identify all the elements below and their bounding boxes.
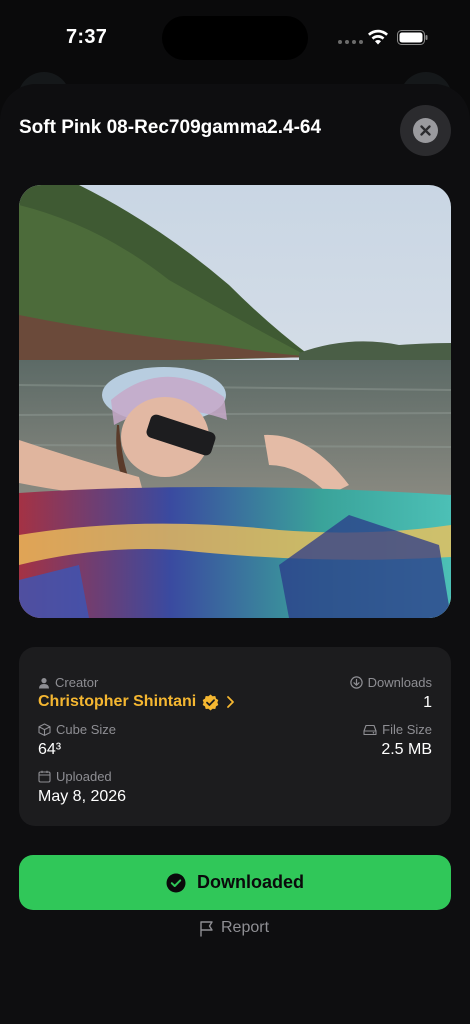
chevron-right-icon bbox=[227, 696, 235, 708]
cellular-signal-icon bbox=[338, 40, 363, 44]
download-button-label: Downloaded bbox=[197, 872, 304, 892]
close-button[interactable] bbox=[400, 105, 451, 156]
drive-icon bbox=[363, 724, 377, 735]
report-button[interactable]: Report bbox=[199, 919, 269, 937]
preview-image bbox=[19, 185, 451, 618]
checkmark-circle-icon bbox=[166, 873, 186, 892]
file-size-label: File Size bbox=[363, 722, 432, 737]
creator-profile-link[interactable]: Christopher Shintani bbox=[38, 693, 235, 711]
dynamic-island bbox=[162, 16, 308, 60]
creator-label: Creator bbox=[38, 675, 98, 690]
uploaded-label: Uploaded bbox=[38, 769, 112, 784]
file-size-value: 2.5 MB bbox=[381, 741, 432, 758]
verified-badge-icon bbox=[202, 694, 219, 710]
uploaded-value: May 8, 2026 bbox=[38, 788, 127, 805]
cube-size-value: 64³ bbox=[38, 741, 62, 758]
downloads-value: 1 bbox=[423, 694, 432, 711]
person-icon bbox=[39, 677, 49, 688]
flag-icon bbox=[200, 920, 213, 937]
creator-name: Christopher Shintani bbox=[38, 693, 197, 710]
lut-title: Soft Pink 08-Rec709gamma2.4-64 bbox=[19, 117, 322, 138]
report-label: Report bbox=[221, 919, 270, 936]
cube-size-label: Cube Size bbox=[38, 722, 116, 737]
close-icon bbox=[413, 118, 438, 143]
calendar-icon bbox=[38, 770, 51, 783]
wifi-icon bbox=[368, 29, 388, 45]
status-bar: 7:37 bbox=[0, 0, 470, 80]
cube-icon bbox=[38, 723, 51, 736]
status-time: 7:37 bbox=[66, 26, 108, 48]
battery-icon bbox=[397, 30, 428, 45]
download-button[interactable]: Downloaded bbox=[19, 855, 451, 910]
download-circle-icon bbox=[349, 676, 363, 689]
info-card: Creator Christopher Shintani Downloads 1… bbox=[19, 647, 451, 826]
downloads-label: Downloads bbox=[349, 675, 432, 690]
